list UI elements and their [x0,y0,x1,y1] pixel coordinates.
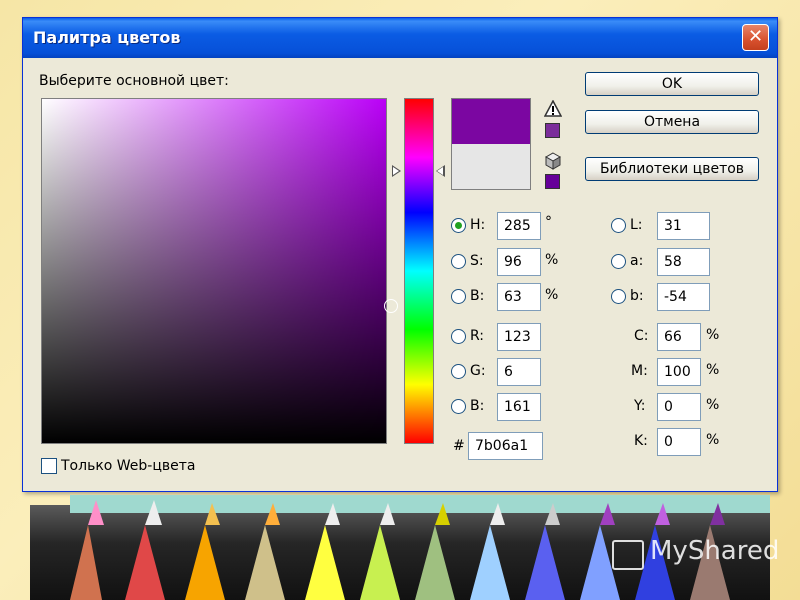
blue-radio[interactable] [451,399,466,414]
c-input[interactable]: 66 [657,323,701,351]
a-label: a: [630,253,644,269]
pencil [600,503,615,525]
k-unit: % [706,432,720,448]
watermark-logo-icon [612,540,644,570]
color-libraries-button[interactable]: Библиотеки цветов [585,157,759,181]
c-label: C: [634,328,649,344]
b-label: B: [470,288,485,304]
gamut-warning-swatch[interactable] [545,123,560,138]
close-icon: ✕ [747,26,764,47]
cancel-button[interactable]: Отмена [585,110,759,134]
r-input[interactable]: 123 [497,323,541,351]
color-picker-dialog: Палитра цветов ✕ Выберите основной цвет:… [22,17,778,492]
b-unit: % [545,287,559,303]
a-radio[interactable] [611,254,626,269]
b-input[interactable]: 63 [497,283,541,311]
hue-slider-right-arrow-icon[interactable] [436,165,445,177]
warning-triangle-icon[interactable] [544,100,562,118]
current-color-swatch[interactable] [451,144,531,190]
pencil [470,525,510,600]
pencil [88,500,104,525]
k-label: K: [634,433,648,449]
s-label: S: [470,253,484,269]
h-label: H: [470,217,486,233]
hue-slider[interactable] [404,98,434,444]
h-radio[interactable] [451,218,466,233]
l-radio[interactable] [611,218,626,233]
s-input[interactable]: 96 [497,248,541,276]
pencil [245,525,285,600]
window-title: Палитра цветов [33,28,181,47]
pencil [545,503,560,525]
m-unit: % [706,362,720,378]
a-input[interactable]: 58 [657,248,710,276]
lab-b-input[interactable]: -54 [657,283,710,311]
hex-input[interactable]: 7b06a1 [468,432,543,460]
pencil [325,503,340,525]
m-label: M: [631,363,648,379]
blue-label: B: [470,398,485,414]
k-input[interactable]: 0 [657,428,701,456]
cube-icon[interactable] [544,152,562,170]
lab-b-radio[interactable] [611,289,626,304]
web-colors-only-checkbox[interactable] [41,458,57,474]
r-label: R: [470,328,485,344]
hex-label: # [453,438,465,454]
pencil [305,525,345,600]
ok-button[interactable]: OK [585,72,759,96]
s-unit: % [545,252,559,268]
pencil [205,503,220,525]
h-input[interactable]: 285 [497,212,541,240]
watermark-text: MyShared [650,536,780,566]
pencil [380,503,395,525]
new-color-swatch [451,98,531,144]
web-safe-swatch[interactable] [545,174,560,189]
pencil [265,503,280,525]
l-input[interactable]: 31 [657,212,710,240]
pencil [185,525,225,600]
title-bar[interactable]: Палитра цветов ✕ [23,18,777,58]
h-unit: ° [545,214,552,230]
close-button[interactable]: ✕ [742,24,769,51]
r-radio[interactable] [451,329,466,344]
hue-slider-left-arrow-icon[interactable] [392,165,401,177]
y-label: Y: [634,398,646,414]
saturation-brightness-field[interactable] [41,98,398,444]
pencil [525,525,565,600]
pencil [70,525,102,600]
l-label: L: [630,217,643,233]
g-input[interactable]: 6 [497,358,541,386]
blue-input[interactable]: 161 [497,393,541,421]
lab-b-label: b: [630,288,644,304]
m-input[interactable]: 100 [657,358,701,386]
pencil [655,503,670,525]
y-unit: % [706,397,720,413]
c-unit: % [706,327,720,343]
pencil [360,525,400,600]
s-radio[interactable] [451,254,466,269]
prompt-label: Выберите основной цвет: [39,73,229,89]
pencil [125,525,165,600]
g-label: G: [470,363,486,379]
pencil [435,503,450,525]
web-colors-only-label: Только Web-цвета [61,458,196,474]
pencil [145,500,162,525]
b-radio[interactable] [451,289,466,304]
pencil [490,503,505,525]
pencil [415,525,455,600]
color-selector-marker[interactable] [384,299,398,313]
g-radio[interactable] [451,364,466,379]
pencil [710,503,725,525]
y-input[interactable]: 0 [657,393,701,421]
